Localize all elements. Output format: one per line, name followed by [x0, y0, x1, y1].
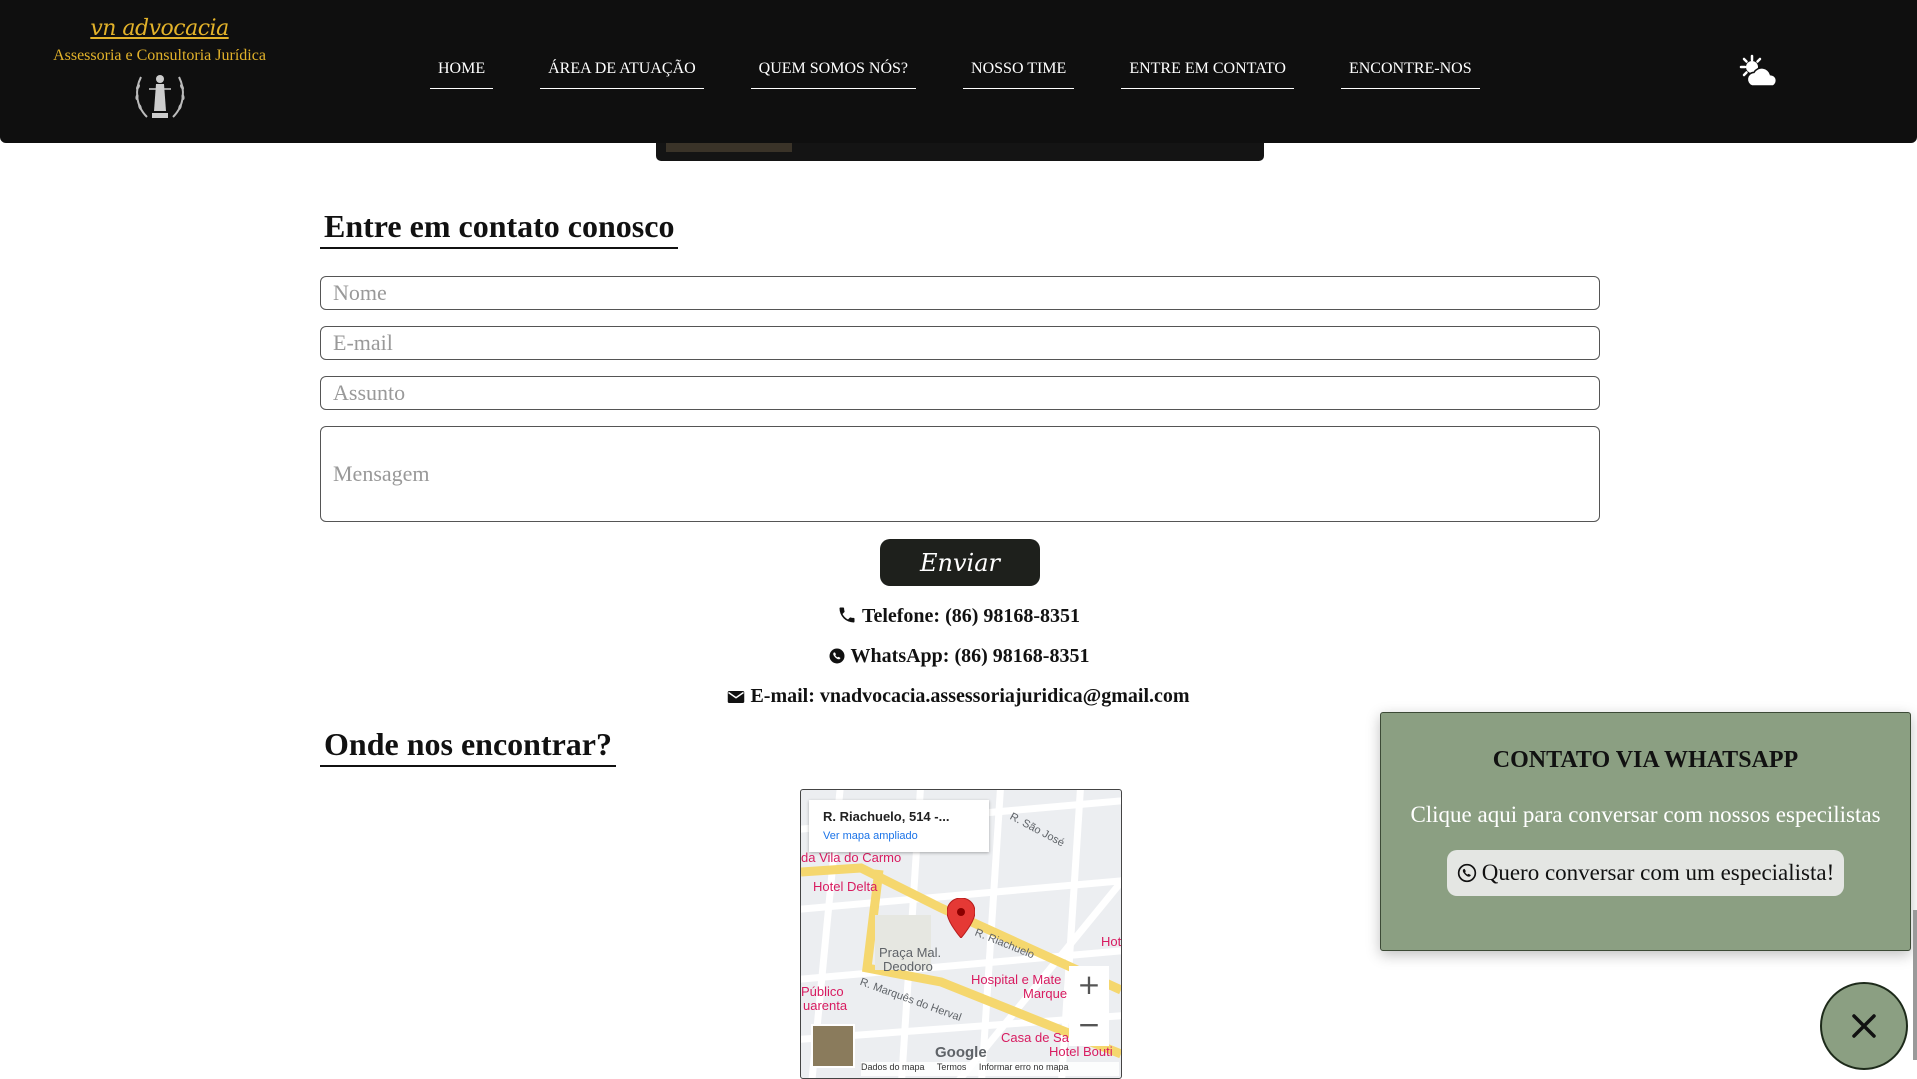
location-title: Onde nos encontrar?: [320, 726, 616, 767]
map-data-link[interactable]: Dados do mapa: [861, 1062, 925, 1072]
map-pin-icon[interactable]: [947, 898, 975, 938]
nav-area-atuacao[interactable]: ÁREA DE ATUAÇÃO: [540, 60, 704, 89]
whatsapp-icon: [1457, 863, 1476, 883]
map-label-hotel-delta: Hotel Delta: [813, 879, 878, 894]
map-footer: Dados do mapa Termos Informar erro no ma…: [861, 1062, 1119, 1076]
justice-emblem-icon: [134, 75, 185, 118]
phone-icon: [839, 607, 855, 623]
nav-nosso-time[interactable]: NOSSO TIME: [963, 60, 1075, 89]
send-button[interactable]: Enviar: [880, 539, 1040, 586]
map-label-hot: Hot: [1101, 934, 1122, 949]
zoom-in-button[interactable]: +: [1069, 966, 1109, 1006]
map-report-link[interactable]: Informar erro no mapa: [979, 1062, 1069, 1072]
whatsapp-close-button[interactable]: [1820, 982, 1908, 1070]
map-label-hospital: Hospital e Mate: [971, 972, 1062, 987]
map-label-hospital-2: Marque: [1023, 986, 1068, 1001]
nav-home[interactable]: HOME: [430, 60, 494, 89]
view-larger-map-link[interactable]: Ver mapa ampliado: [823, 830, 918, 842]
message-field[interactable]: [320, 426, 1600, 522]
main-nav: HOME ÁREA DE ATUAÇÃO QUEM SOMOS NÓS? NOS…: [430, 60, 1527, 89]
whatsapp-line: WhatsApp: (86) 98168-8351: [0, 645, 1917, 668]
nav-encontre-nos[interactable]: ENCONTRE-NOS: [1340, 60, 1480, 89]
email-line: E-mail: vnadvocacia.assessoriajuridica@g…: [0, 685, 1917, 708]
whatsapp-popup: CONTATO VIA WHATSAPP Clique aqui para co…: [1380, 712, 1911, 951]
site-header: vn advocacia Assessoria e Consultoria Ju…: [0, 0, 1917, 143]
map-label-hotel-bouti: Hotel Bouti: [1049, 1044, 1113, 1059]
logo-name: vn advocacia: [90, 16, 229, 41]
name-field[interactable]: [320, 276, 1600, 310]
map-address: R. Riachuelo, 514 -...: [823, 809, 950, 824]
phone-line: Telefone: (86) 98168-8351: [0, 605, 1917, 628]
map-label-publico-2: uarenta: [803, 998, 848, 1013]
satellite-toggle[interactable]: [811, 1024, 855, 1068]
phone-text: Telefone: (86) 98168-8351: [861, 605, 1081, 627]
close-icon: [1852, 1014, 1876, 1038]
zoom-out-button[interactable]: −: [1069, 1006, 1109, 1046]
email-field[interactable]: [320, 326, 1600, 360]
map-info-card: R. Riachuelo, 514 -... Ver mapa ampliado: [809, 800, 989, 852]
whatsapp-text: WhatsApp: (86) 98168-8351: [850, 645, 1090, 667]
google-logo: Google: [935, 1044, 987, 1061]
map-label-casa: Casa de Sa: [1001, 1030, 1069, 1045]
nav-quem-somos[interactable]: QUEM SOMOS NÓS?: [750, 60, 917, 89]
contact-title: Entre em contato conosco: [320, 208, 679, 249]
map-label-publico: Público: [801, 984, 844, 999]
whatsapp-chat-label: Quero conversar com um especialista!: [1481, 860, 1835, 885]
scrollbar[interactable]: [1913, 910, 1917, 1060]
nav-entre-em-contato[interactable]: ENTRE EM CONTATO: [1121, 60, 1294, 89]
map-terms-link[interactable]: Termos: [937, 1062, 967, 1072]
subject-field[interactable]: [320, 376, 1600, 410]
map-label-praca-2: Deodoro: [883, 959, 933, 974]
whatsapp-popup-text: Clique aqui para conversar com nossos es…: [1410, 802, 1881, 827]
google-map[interactable]: da Vila do Carmo Hotel Delta Praça Mal. …: [800, 789, 1122, 1079]
map-label-vila: da Vila do Carmo: [801, 850, 902, 865]
whatsapp-chat-button[interactable]: Quero conversar com um especialista!: [1446, 850, 1845, 896]
email-text[interactable]: E-mail: vnadvocacia.assessoriajuridica@g…: [750, 685, 1189, 707]
logo[interactable]: vn advocacia Assessoria e Consultoria Ju…: [52, 16, 267, 125]
whatsapp-icon: [829, 648, 845, 664]
whatsapp-popup-title: CONTATO VIA WHATSAPP: [1492, 747, 1799, 773]
map-label-praca: Praça Mal.: [879, 945, 942, 960]
weather-sun-cloud-icon[interactable]: [1738, 54, 1780, 90]
mail-icon: [728, 691, 745, 703]
logo-tagline: Assessoria e Consultoria Jurídica: [53, 47, 266, 64]
